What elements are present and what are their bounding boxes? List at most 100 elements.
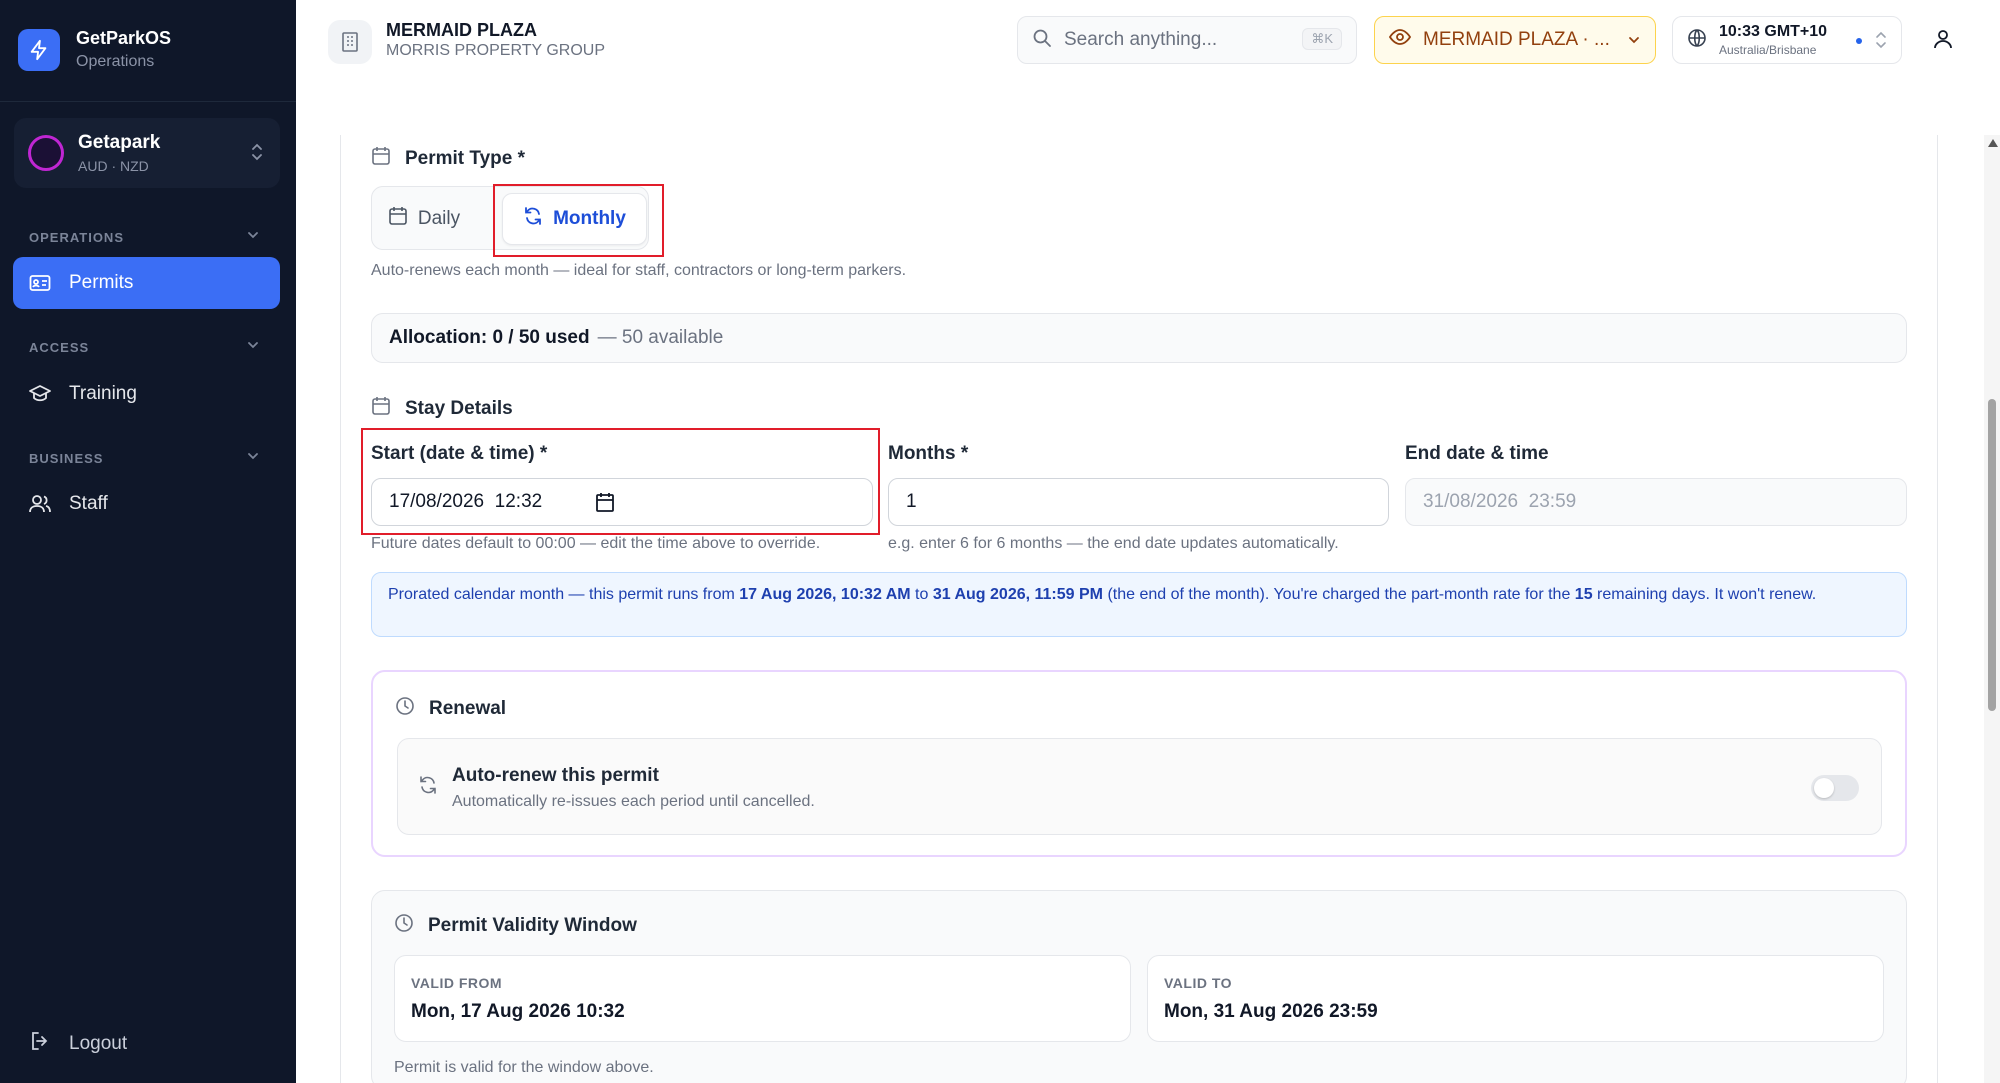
search-input[interactable]: Search anything... ⌘K bbox=[1017, 16, 1357, 64]
info-days: 15 bbox=[1574, 586, 1593, 603]
brand[interactable]: GetParkOS Operations bbox=[18, 28, 171, 71]
auto-renew-row: Auto-renew this permit Automatically re-… bbox=[397, 738, 1882, 835]
property-view-selector[interactable]: MERMAID PLAZA · ... bbox=[1374, 16, 1656, 64]
stay-details-label: Stay Details bbox=[405, 398, 513, 419]
valid-to-box: VALID TO Mon, 31 Aug 2026 23:59 bbox=[1147, 955, 1884, 1042]
start-help: Future dates default to 00:00 — edit the… bbox=[371, 535, 821, 552]
renewal-label: Renewal bbox=[429, 698, 507, 719]
user-icon[interactable] bbox=[1932, 28, 1954, 55]
auto-renew-subtitle: Automatically re-issues each period unti… bbox=[452, 793, 815, 810]
end-datetime-input: 31/08/2026 23:59 bbox=[1405, 478, 1907, 526]
page-scrollbar[interactable] bbox=[1984, 135, 2000, 1083]
chevron-down-icon bbox=[1627, 31, 1641, 53]
info-from: 17 Aug 2026, 10:32 AM bbox=[739, 586, 911, 603]
sidebar-item-label: Permits bbox=[69, 272, 134, 293]
permit-type-help: Auto-renews each month — ideal for staff… bbox=[371, 262, 907, 279]
section-label-operations: OPERATIONS bbox=[29, 230, 124, 245]
highlight-box-monthly bbox=[493, 184, 664, 257]
end-label: End date & time bbox=[1405, 443, 1549, 464]
chevron-down-icon[interactable] bbox=[246, 338, 260, 357]
auto-renew-title: Auto-renew this permit bbox=[452, 765, 659, 786]
logout-button[interactable]: Logout bbox=[29, 1030, 127, 1058]
sidebar-item-staff[interactable]: Staff bbox=[13, 478, 280, 530]
months-label: Months * bbox=[888, 443, 969, 464]
clock-icon bbox=[394, 913, 414, 939]
daily-option-button[interactable]: Daily bbox=[382, 193, 466, 245]
building-icon bbox=[328, 20, 372, 64]
auto-renew-toggle[interactable] bbox=[1811, 775, 1859, 801]
allocation-available: — 50 available bbox=[597, 327, 724, 348]
section-label-access: ACCESS bbox=[29, 340, 90, 355]
info-text: (the end of the month). You're charged t… bbox=[1103, 586, 1575, 603]
org-name: Getapark bbox=[78, 132, 161, 153]
search-shortcut: ⌘K bbox=[1302, 28, 1342, 50]
permit-type-heading: Permit Type * bbox=[371, 146, 525, 172]
clock-icon bbox=[395, 696, 415, 722]
renewal-heading: Renewal bbox=[395, 696, 506, 722]
timezone-selector[interactable]: 10:33 GMT+10 Australia/Brisbane bbox=[1672, 16, 1902, 64]
calendar-icon bbox=[388, 206, 408, 232]
graduation-cap-icon bbox=[29, 383, 51, 405]
valid-from-caption: VALID FROM bbox=[411, 975, 503, 991]
sidebar-item-label: Staff bbox=[69, 493, 108, 514]
daily-option-label: Daily bbox=[417, 208, 461, 229]
status-dot bbox=[1856, 38, 1862, 44]
section-label-business: BUSINESS bbox=[29, 451, 104, 466]
highlight-box-start bbox=[361, 428, 880, 535]
calendar-icon bbox=[371, 146, 391, 172]
months-input[interactable]: 1 bbox=[888, 478, 1389, 526]
valid-to-value: Mon, 31 Aug 2026 23:59 bbox=[1164, 1001, 1378, 1022]
calendar-icon bbox=[371, 396, 391, 422]
sidebar-item-permits[interactable]: Permits bbox=[13, 257, 280, 309]
chevron-down-icon[interactable] bbox=[246, 228, 260, 247]
allocation-bar: Allocation: 0 / 50 used — 50 available bbox=[371, 313, 1907, 363]
proration-info-banner: Prorated calendar month — this permit ru… bbox=[371, 572, 1907, 637]
sidebar-divider bbox=[0, 101, 296, 102]
org-avatar bbox=[28, 135, 64, 171]
stay-details-heading: Stay Details bbox=[371, 396, 513, 422]
scroll-up-icon[interactable] bbox=[1988, 139, 1998, 147]
eye-icon bbox=[1388, 29, 1412, 51]
logout-label: Logout bbox=[69, 1033, 128, 1054]
validity-heading: Permit Validity Window bbox=[394, 913, 637, 939]
months-value: 1 bbox=[906, 491, 917, 512]
allocation-used: Allocation: 0 / 50 used bbox=[389, 327, 590, 348]
users-icon bbox=[29, 493, 51, 515]
end-datetime-value: 31/08/2026 23:59 bbox=[1423, 491, 1577, 512]
timezone-name: Australia/Brisbane bbox=[1719, 43, 1817, 57]
org-switcher[interactable]: Getapark AUD · NZD bbox=[14, 118, 280, 188]
logout-icon bbox=[29, 1030, 51, 1058]
search-placeholder: Search anything... bbox=[1064, 29, 1218, 50]
refresh-icon bbox=[418, 775, 438, 800]
info-text: to bbox=[910, 586, 933, 603]
info-text: remaining days. It won't renew. bbox=[1592, 586, 1817, 603]
validity-note: Permit is valid for the window above. bbox=[394, 1059, 654, 1076]
valid-to-caption: VALID TO bbox=[1164, 975, 1233, 991]
brand-subtitle: Operations bbox=[76, 53, 155, 70]
globe-icon bbox=[1687, 28, 1707, 53]
validity-label: Permit Validity Window bbox=[428, 915, 637, 936]
valid-from-value: Mon, 17 Aug 2026 10:32 bbox=[411, 1001, 625, 1022]
sidebar: GetParkOS Operations Getapark AUD · NZD … bbox=[0, 0, 296, 1083]
scrollbar-thumb[interactable] bbox=[1988, 399, 1996, 711]
property-view-label: MERMAID PLAZA · ... bbox=[1423, 29, 1610, 50]
search-icon bbox=[1032, 28, 1052, 53]
org-currencies: AUD · NZD bbox=[78, 158, 149, 174]
chevron-up-down-icon bbox=[250, 142, 264, 167]
valid-from-box: VALID FROM Mon, 17 Aug 2026 10:32 bbox=[394, 955, 1131, 1042]
info-to: 31 Aug 2026, 11:59 PM bbox=[932, 586, 1103, 603]
sidebar-item-label: Training bbox=[69, 383, 137, 404]
sidebar-item-training[interactable]: Training bbox=[13, 368, 280, 420]
permit-type-label: Permit Type * bbox=[405, 148, 526, 169]
chevron-down-icon[interactable] bbox=[246, 449, 260, 468]
top-header: MERMAID PLAZA MORRIS PROPERTY GROUP Sear… bbox=[296, 0, 2000, 80]
months-help: e.g. enter 6 for 6 months — the end date… bbox=[888, 535, 1339, 552]
lightning-bolt-icon bbox=[18, 28, 60, 71]
brand-title: GetParkOS bbox=[76, 28, 172, 48]
current-time: 10:33 GMT+10 bbox=[1719, 23, 1828, 40]
renewal-card: Renewal Auto-renew this permit Automatic… bbox=[371, 670, 1907, 857]
info-text: Prorated calendar month — this permit ru… bbox=[388, 586, 740, 603]
property-name: MERMAID PLAZA bbox=[386, 20, 537, 40]
id-card-icon bbox=[29, 272, 51, 294]
toggle-knob bbox=[1814, 778, 1834, 798]
